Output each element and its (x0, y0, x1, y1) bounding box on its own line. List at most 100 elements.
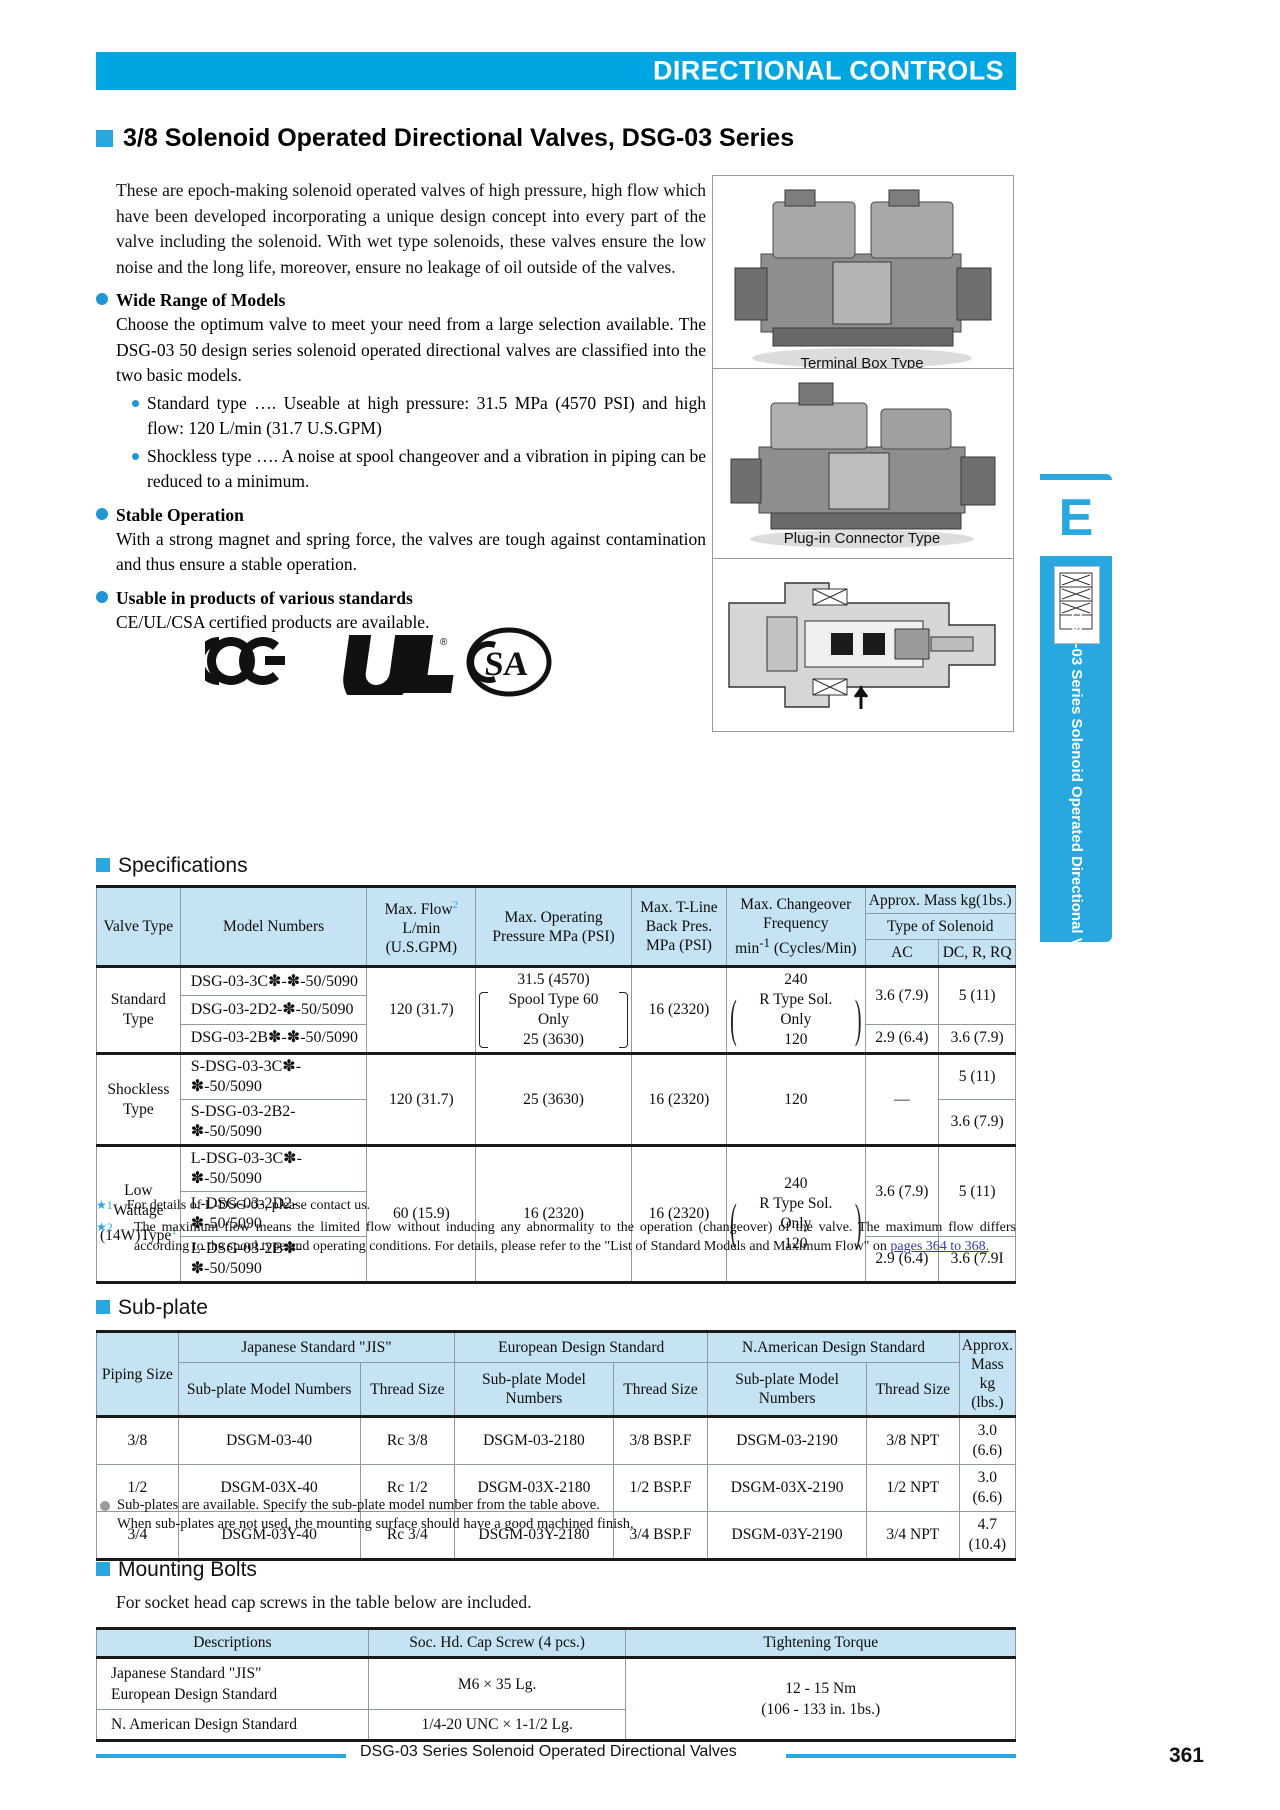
footnote-marker-2: 2 (452, 898, 459, 911)
cell-model: L-DSG-03-3C✽-✽-50/5090 (179, 1144, 368, 1192)
th-approx-mass: Approx. Mass kg (lbs.) (958, 1330, 1017, 1417)
cell-max-flow: 120 (31.7) (366, 1052, 477, 1146)
ce-mark-icon (205, 636, 285, 686)
feature-item-0-0: Standard type …. Useable at high pressur… (132, 391, 706, 442)
th-dc: DC, R, RQ (938, 939, 1016, 967)
th-max-changeover-frequency: Max. Changeover Frequency min-1 (Cycles/… (726, 885, 866, 967)
sub-bullet-dot-icon (132, 452, 139, 460)
cell-cap-screw: M6 × 35 Lg. (367, 1656, 627, 1710)
tab-label-text: DSG-03 Series Solenoid Operated Directio… (1068, 611, 1085, 985)
footnote-page-link[interactable]: pages 364 to 368. (890, 1239, 989, 1254)
ul-mark-icon: ® (343, 635, 454, 695)
cell-cap-screw: 1/4-20 UNC × 1-1/2 Lg. (367, 1709, 627, 1742)
th-max-operating-pressure: Max. Operating Pressure MPa (PSI) (475, 885, 632, 967)
th-eu-model: Sub-plate Model Numbers (454, 1362, 614, 1417)
sub-plate-note-line-1: Sub-plates are available. Specify the su… (117, 1497, 600, 1513)
section-heading-sub-plate: Sub-plate (96, 1296, 208, 1320)
th-max-flow: Max. Flow2 L/min (U.S.GPM) (366, 885, 477, 967)
sub-plate-note-line-2: When sub-plates are not used, the mounti… (117, 1516, 634, 1532)
cell-na-thread: 3/8 NPT (865, 1415, 960, 1465)
th-piping-size: Piping Size (96, 1330, 179, 1417)
th-approx-mass: Approx. Mass kg(1bs.) (864, 885, 1016, 914)
tab-label: DSG-03 Series Solenoid Operated Directio… (1040, 611, 1112, 984)
cell-mass-dc: 5 (11) (938, 1052, 1016, 1100)
note-dot-icon (100, 1501, 110, 1511)
table-row: Shockless Type S-DSG-03-3C✽-✽-50/5090 12… (96, 1052, 1016, 1146)
th-european: European Design Standard (454, 1329, 709, 1364)
certification-logos: ® SA (205, 625, 555, 700)
feature-item-text: Shockless type …. A noise at spool chang… (147, 445, 706, 492)
datasheet-page: DIRECTIONAL CONTROLS 3/8 Solenoid Operat… (0, 0, 1280, 1810)
th-ac: AC (864, 939, 940, 967)
title-square-icon (96, 130, 113, 147)
photo-caption-2: Plug-in Connector Type (783, 530, 941, 547)
sub-bullet-dot-icon (132, 399, 139, 407)
side-index-tab[interactable]: E DSG-03 Series Solenoid Operated Direct… (1040, 474, 1112, 985)
intro-column: These are epoch-making solenoid operated… (96, 178, 706, 635)
th-model-numbers: Model Numbers (179, 885, 368, 967)
th-cap-screw: Soc. Hd. Cap Screw (4 pcs.) (367, 1627, 627, 1658)
page-number: 361 (1168, 1744, 1204, 1767)
cell-valve-type: Shockless Type (96, 1052, 181, 1146)
section-heading-specifications: Specifications (96, 854, 248, 878)
cell-back-pressure: 16 (2320) (630, 965, 728, 1054)
th-jis: Japanese Standard "JIS" (177, 1329, 456, 1364)
footer-rule-right (786, 1754, 1016, 1758)
cell-max-pressure: 31.5 (4570) Spool Type 60 Only 25 (3630) (475, 965, 632, 1054)
page-title: 3/8 Solenoid Operated Directional Valves… (96, 124, 1026, 158)
table-row: Japanese Standard "JIS" European Design … (96, 1656, 1016, 1742)
cell-jis-thread: Rc 3/8 (359, 1415, 456, 1465)
th-jis-model: Sub-plate Model Numbers (177, 1362, 361, 1417)
cell-model: DSG-03-2B✽-✽-50/5090 (179, 1023, 368, 1055)
feature-item-0-1: Shockless type …. A noise at spool chang… (132, 444, 706, 495)
th-tightening-torque: Tightening Torque (625, 1627, 1016, 1658)
th-na-model: Sub-plate Model Numbers (707, 1362, 867, 1417)
th-max-t-line-back-pressure: Max. T-Line Back Pres. MPa (PSI) (630, 885, 728, 967)
cell-changeover: 240 R Type Sol. Only 120 (726, 965, 866, 1054)
feature-heading-1: Stable Operation (96, 503, 706, 527)
cell-mass-dc: 5 (11) (938, 965, 1016, 1025)
csa-mark-icon: SA (466, 627, 552, 697)
sub-plate-note: Sub-plates are available. Specify the su… (100, 1496, 1000, 1534)
cell-description: N. American Design Standard (96, 1709, 369, 1742)
cell-model: DSG-03-3C✽-✽-50/5090 (179, 964, 368, 997)
cutaway-diagram (712, 558, 1014, 732)
th-type-of-solenoid: Type of Solenoid (864, 913, 1016, 940)
bullet-dot-icon (96, 507, 108, 520)
feature-heading-2: Usable in products of various standards (96, 586, 706, 610)
cell-eu-model: DSGM-03-2180 (454, 1415, 614, 1465)
tab-letter: E (1040, 480, 1112, 556)
page-header-banner: DIRECTIONAL CONTROLS (96, 52, 1016, 90)
footer-rule-left (96, 1754, 346, 1758)
section-square-icon (96, 1562, 110, 1576)
feature-heading-text: Usable in products of various standards (116, 587, 413, 608)
th-namerican: N.American Design Standard (707, 1329, 960, 1364)
cell-mass-dc: 3.6 (7.9) (938, 1099, 1016, 1146)
footnote-1: ★1 For details of L-DSG-03, please conta… (96, 1198, 371, 1213)
mounting-bolts-intro: For socket head cap screws in the table … (116, 1592, 532, 1612)
product-photo-terminal-box (712, 175, 1014, 382)
section-heading-text: Mounting Bolts (118, 1558, 257, 1581)
cell-changeover: 120 (726, 1052, 866, 1146)
cell-valve-type: Standard Type (96, 965, 181, 1054)
th-jis-thread: Thread Size (359, 1362, 456, 1417)
feature-body-0: Choose the optimum valve to meet your ne… (116, 314, 706, 385)
feature-item-text: Standard type …. Useable at high pressur… (147, 392, 706, 439)
th-na-thread: Thread Size (865, 1362, 960, 1417)
cell-model: S-DSG-03-3C✽-✽-50/5090 (179, 1052, 368, 1100)
footnote-1-text: For details of L-DSG-03, please contact … (126, 1198, 371, 1213)
banner-title: DIRECTIONAL CONTROLS (653, 55, 1004, 86)
section-heading-mounting-bolts: Mounting Bolts (96, 1558, 257, 1582)
cell-mass-ac: — (864, 1052, 940, 1146)
bullet-dot-icon (96, 590, 108, 603)
table-row: Low Wattage (14W)Type1 L-DSG-03-3C✽-✽-50… (96, 1144, 1016, 1284)
feature-heading-text: Wide Range of Models (116, 290, 286, 310)
cell-model: DSG-03-2D2-✽-50/5090 (179, 995, 368, 1025)
cell-model: S-DSG-03-2B2-✽-50/5090 (179, 1099, 368, 1146)
bullet-dot-icon (96, 293, 108, 305)
footnote-2: ★2 The maximum flow means the limited fl… (96, 1220, 1016, 1254)
mounting-bolts-table: Descriptions Soc. Hd. Cap Screw (4 pcs.)… (96, 1627, 1016, 1742)
cell-max-pressure: 25 (3630) (475, 1052, 632, 1146)
feature-body-1: With a strong magnet and spring force, t… (116, 528, 706, 575)
cell-torque: 12 - 15 Nm (106 - 133 in. 1bs.) (625, 1656, 1016, 1742)
